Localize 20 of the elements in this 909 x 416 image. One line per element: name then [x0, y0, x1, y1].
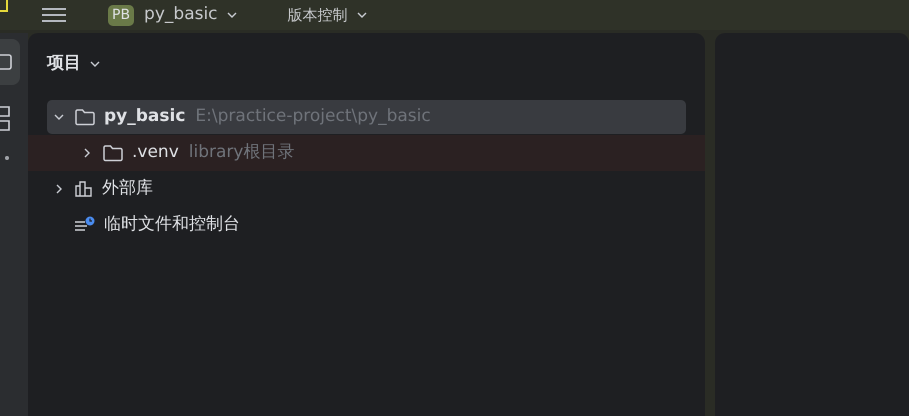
tree-row[interactable]: 外部库: [47, 172, 686, 206]
logo-icon: [0, 0, 8, 12]
node-name: py_basic: [104, 105, 186, 128]
project-menu[interactable]: py_basic: [144, 2, 238, 28]
panel-title: 项目: [47, 52, 81, 76]
menu-icon[interactable]: [42, 8, 66, 22]
structure-icon[interactable]: [0, 105, 12, 133]
folder-icon: [102, 144, 124, 162]
bar-chart-icon: [74, 180, 94, 198]
node-detail: E:\practice-project\py_basic: [195, 105, 431, 128]
project-badge: PB: [108, 4, 134, 26]
folder-icon: [74, 108, 96, 126]
node-name: 临时文件和控制台: [104, 213, 240, 236]
node-name: 外部库: [102, 177, 153, 200]
tree-row[interactable]: py_basic E:\practice-project\py_basic: [47, 100, 686, 134]
project-tool-button[interactable]: [0, 39, 20, 85]
tree-row[interactable]: 临时文件和控制台: [47, 208, 686, 242]
node-name: .venv: [132, 141, 179, 164]
node-detail: library根目录: [188, 141, 294, 164]
vcs-menu[interactable]: 版本控制: [288, 4, 368, 26]
